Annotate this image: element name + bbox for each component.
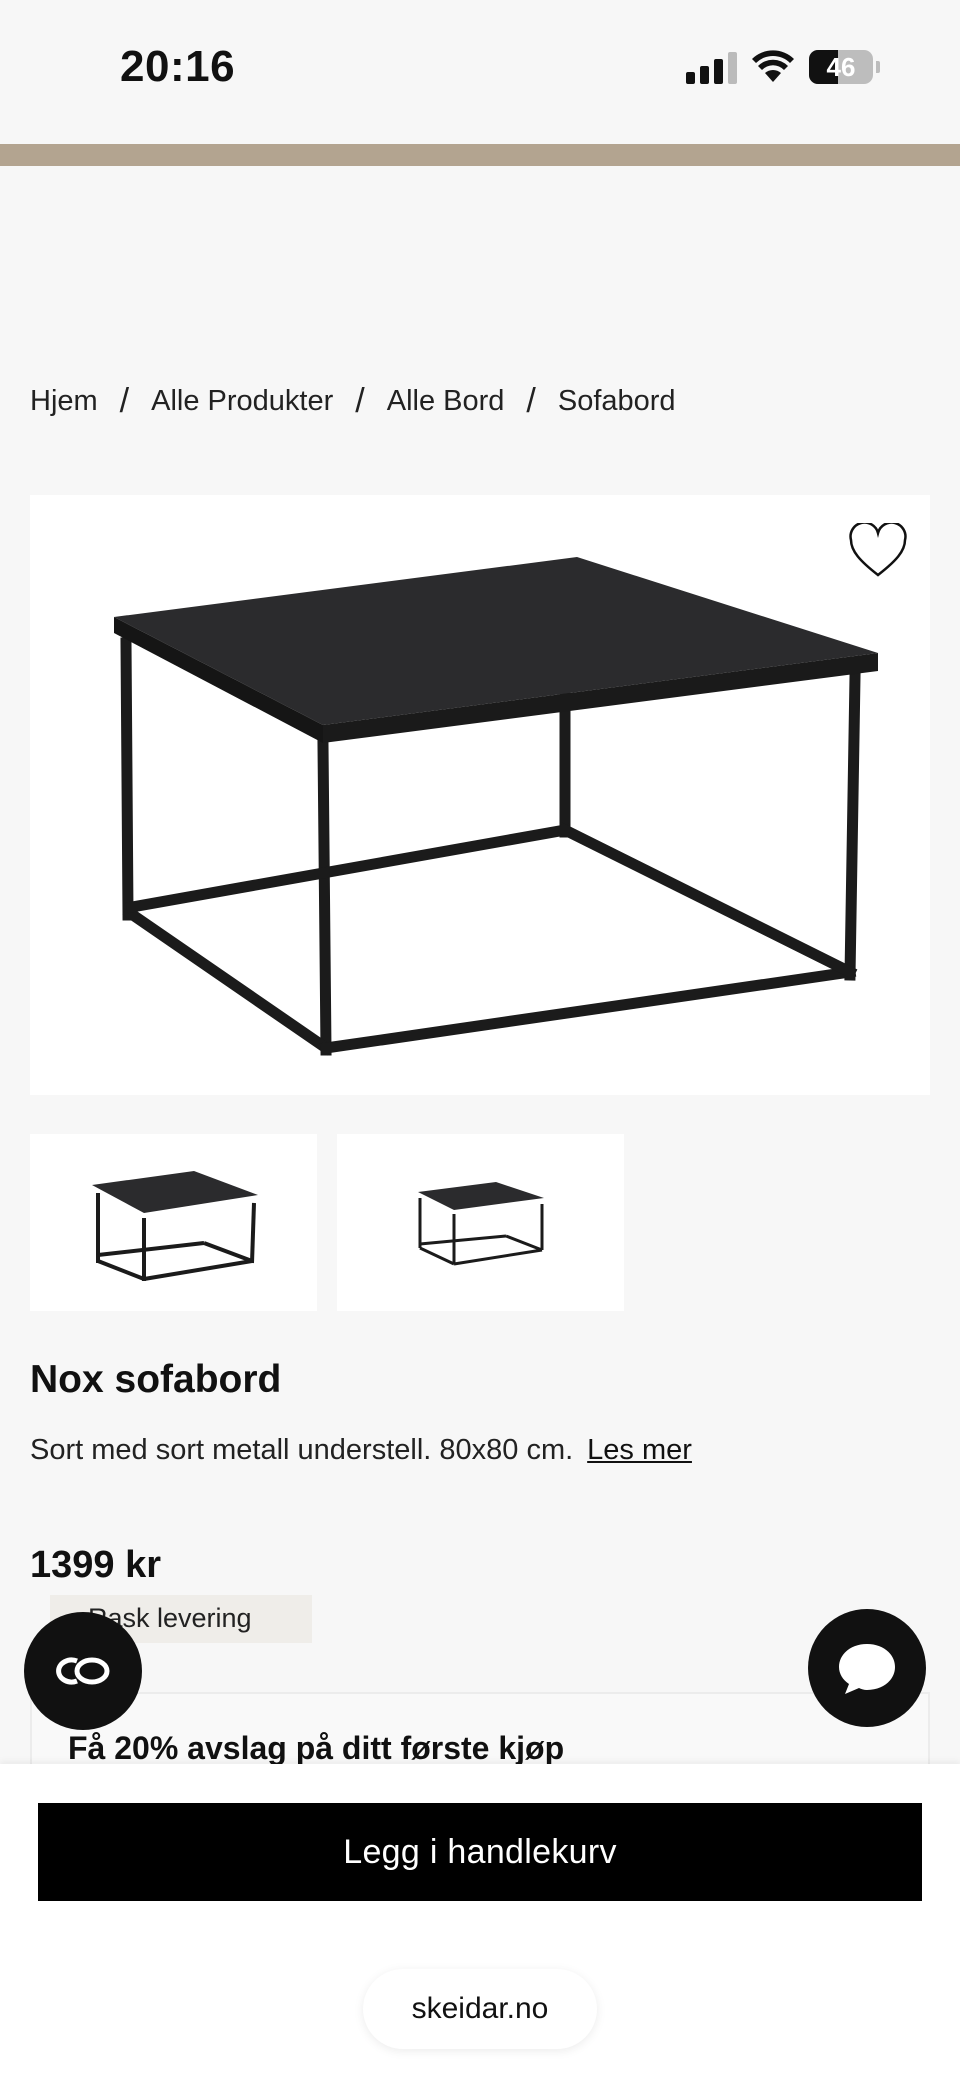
breadcrumb-item-sofabord[interactable]: Sofabord (558, 385, 676, 418)
breadcrumb-item-alle-produkter[interactable]: Alle Produkter (151, 385, 333, 418)
battery-level: 46 (826, 51, 856, 82)
co-logo-icon (56, 1657, 110, 1685)
chat-bubble-icon (839, 1644, 895, 1694)
wifi-icon (752, 50, 794, 82)
status-bar: 20:16 46 (0, 0, 960, 144)
product-title: Nox sofabord (30, 1358, 282, 1401)
bottom-action-bar: Legg i handlekurv skeidar.no (0, 1764, 960, 2081)
breadcrumb-separator: / (526, 382, 536, 420)
status-time: 20:16 (120, 42, 236, 91)
breadcrumb-item-hjem[interactable]: Hjem (30, 385, 98, 418)
product-description-text: Sort med sort metall understell. 80x80 c… (30, 1434, 574, 1466)
browser-url-bar[interactable]: skeidar.no (363, 1969, 597, 2049)
coffee-table-thumbnail (417, 1181, 544, 1265)
add-to-cart-button[interactable]: Legg i handlekurv (38, 1803, 922, 1901)
breadcrumb-separator: / (119, 382, 130, 420)
breadcrumb-separator: / (355, 382, 365, 420)
product-description: Sort med sort metall understell. 80x80 c… (30, 1428, 750, 1472)
cellular-signal-icon (686, 50, 737, 84)
coffee-table-image (114, 557, 878, 1056)
product-main-image[interactable] (30, 495, 930, 1095)
chat-button[interactable] (808, 1609, 926, 1727)
breadcrumb-item-alle-bord[interactable]: Alle Bord (387, 385, 505, 418)
thumbnail-gallery (30, 1134, 624, 1311)
thumbnail-2[interactable] (337, 1134, 624, 1311)
read-more-link[interactable]: Les mer (587, 1434, 692, 1466)
favorite-heart-icon[interactable] (848, 523, 908, 579)
product-price: 1399 kr (30, 1544, 162, 1586)
battery-icon: 46 (809, 50, 880, 84)
header-accent-bar (0, 144, 960, 166)
status-icons: 46 (686, 50, 880, 84)
promo-text: Få 20% avslag på ditt første kjøp (68, 1730, 565, 1766)
breadcrumb: Hjem / Alle Produkter / Alle Bord / Sofa… (30, 382, 676, 421)
co-widget-button[interactable] (24, 1612, 142, 1730)
coffee-table-thumbnail (91, 1170, 258, 1281)
thumbnail-1[interactable] (30, 1134, 317, 1311)
